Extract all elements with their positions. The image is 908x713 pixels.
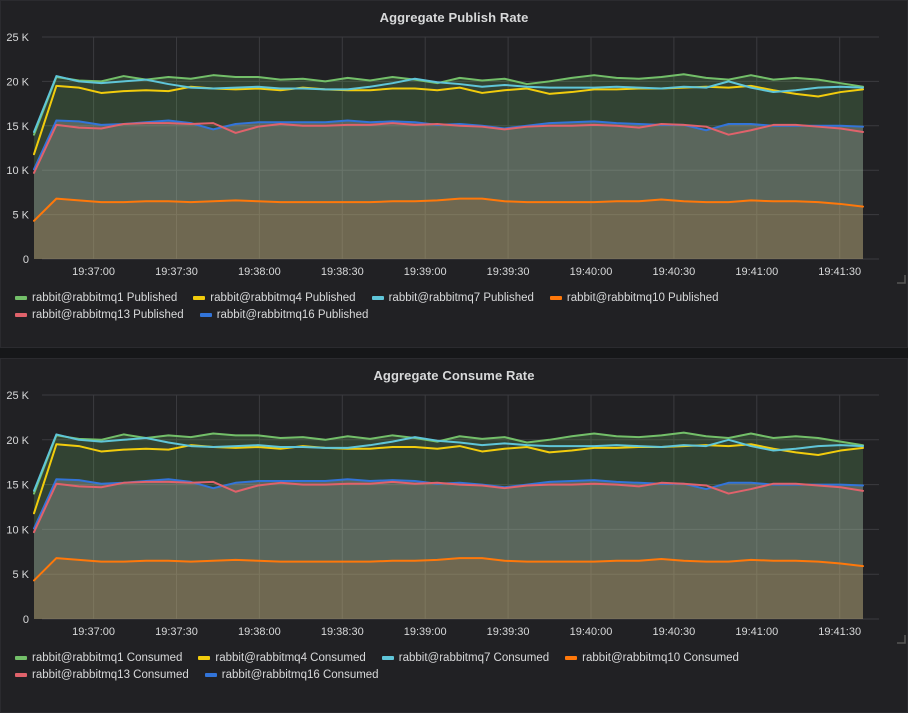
- legend-item-label: rabbit@rabbitmq7 Published: [389, 291, 534, 305]
- y-axis-tick-label: 25 K: [6, 390, 29, 402]
- consume-rate-chart[interactable]: 0 5 K 10 K 15 K 20 K 25 K 19:37:00 19:37:30 19:3…: [1, 385, 908, 647]
- panel-title[interactable]: Aggregate Consume Rate: [1, 359, 907, 385]
- legend-items: rabbit@rabbitmq1 Consumed rabbit@rabbitmq…: [15, 651, 907, 685]
- y-axis-tick-label: 0: [23, 614, 29, 626]
- legend-item[interactable]: rabbit@rabbitmq7 Consumed: [382, 651, 549, 665]
- y-axis-tick-label: 10 K: [6, 165, 29, 177]
- x-axis-tick-label: 19:38:00: [238, 266, 281, 278]
- legend-item-label: rabbit@rabbitmq1 Published: [32, 291, 177, 305]
- legend-item-label: rabbit@rabbitmq1 Consumed: [32, 651, 182, 665]
- x-axis-tick-label: 19:39:30: [487, 626, 530, 638]
- grafana-dashboard: Aggregate Publish Rate 0 5 K 10 K 15 K 20 K 2…: [0, 0, 908, 713]
- x-axis-tick-label: 19:40:30: [652, 266, 695, 278]
- legend-color-swatch[interactable]: [15, 296, 27, 300]
- panel-resize-handle-icon[interactable]: [896, 634, 906, 644]
- legend-item[interactable]: rabbit@rabbitmq4 Consumed: [198, 651, 365, 665]
- y-axis-tick-label: 0: [23, 254, 29, 266]
- x-axis-tick-label: 19:41:30: [818, 626, 861, 638]
- legend-item-label: rabbit@rabbitmq16 Published: [217, 308, 369, 322]
- y-axis-tick-label: 15 K: [6, 480, 29, 492]
- legend-item[interactable]: rabbit@rabbitmq4 Published: [193, 291, 355, 305]
- legend-item[interactable]: rabbit@rabbitmq10 Published: [550, 291, 719, 305]
- y-axis-tick-label: 20 K: [6, 76, 29, 88]
- x-axis-tick-label: 19:39:00: [404, 266, 447, 278]
- y-axis-tick-label: 5 K: [12, 210, 29, 222]
- legend-item-label: rabbit@rabbitmq13 Consumed: [32, 668, 189, 682]
- y-axis-tick-label: 10 K: [6, 524, 29, 536]
- chart-legend: rabbit@rabbitmq1 Published rabbit@rabbitm…: [1, 287, 907, 325]
- legend-item[interactable]: rabbit@rabbitmq10 Consumed: [565, 651, 739, 665]
- legend-item-label: rabbit@rabbitmq4 Consumed: [215, 651, 365, 665]
- y-axis-tick-label: 15 K: [6, 121, 29, 133]
- x-axis-tick-label: 19:40:30: [652, 626, 695, 638]
- legend-color-swatch[interactable]: [565, 656, 577, 660]
- panel-aggregate-publish-rate[interactable]: Aggregate Publish Rate 0 5 K 10 K 15 K 20 K 2…: [0, 0, 908, 348]
- x-axis-tick-label: 19:37:30: [155, 626, 198, 638]
- legend-color-swatch[interactable]: [550, 296, 562, 300]
- legend-item[interactable]: rabbit@rabbitmq16 Published: [200, 308, 369, 322]
- x-axis-tick-label: 19:37:30: [155, 266, 198, 278]
- x-axis-tick-label: 19:37:00: [72, 626, 115, 638]
- legend-item-label: rabbit@rabbitmq16 Consumed: [222, 668, 379, 682]
- y-axis-tick-label: 25 K: [6, 32, 29, 44]
- legend-color-swatch[interactable]: [200, 313, 212, 317]
- panel-resize-handle-icon[interactable]: [896, 274, 906, 284]
- x-axis-tick-label: 19:40:00: [570, 626, 613, 638]
- panel-divider: [0, 348, 908, 358]
- x-axis-tick-label: 19:38:30: [321, 626, 364, 638]
- legend-item[interactable]: rabbit@rabbitmq7 Published: [372, 291, 534, 305]
- legend-item[interactable]: rabbit@rabbitmq13 Consumed: [15, 668, 189, 682]
- legend-color-swatch[interactable]: [193, 296, 205, 300]
- chart-plot-area[interactable]: 0 5 K 10 K 15 K 20 K 25 K 19:37:00 19:37:30 19:3…: [1, 385, 908, 647]
- x-axis-tick-label: 19:39:30: [487, 266, 530, 278]
- chart-plot-area[interactable]: 0 5 K 10 K 15 K 20 K 25 K 19:37:00 19:37:30 19:3…: [1, 27, 908, 287]
- x-axis-tick-label: 19:41:30: [818, 266, 861, 278]
- x-axis-tick-label: 19:40:00: [570, 266, 613, 278]
- y-axis-tick-label: 5 K: [12, 569, 29, 581]
- legend-item-label: rabbit@rabbitmq7 Consumed: [399, 651, 549, 665]
- legend-color-swatch[interactable]: [15, 656, 27, 660]
- legend-color-swatch[interactable]: [15, 313, 27, 317]
- legend-color-swatch[interactable]: [15, 673, 27, 677]
- x-axis-tick-label: 19:41:00: [735, 266, 778, 278]
- legend-color-swatch[interactable]: [198, 656, 210, 660]
- legend-item-label: rabbit@rabbitmq10 Published: [567, 291, 719, 305]
- publish-rate-chart[interactable]: 0 5 K 10 K 15 K 20 K 25 K 19:37:00 19:37:30 19:3…: [1, 27, 908, 287]
- legend-item-label: rabbit@rabbitmq4 Published: [210, 291, 355, 305]
- legend-item[interactable]: rabbit@rabbitmq1 Consumed: [15, 651, 182, 665]
- legend-color-swatch[interactable]: [205, 673, 217, 677]
- x-axis-tick-label: 19:37:00: [72, 266, 115, 278]
- chart-legend: rabbit@rabbitmq1 Consumed rabbit@rabbitmq…: [1, 647, 907, 685]
- panel-aggregate-consume-rate[interactable]: Aggregate Consume Rate 0 5 K 10 K 15 K 20 K 2…: [0, 358, 908, 713]
- legend-item-label: rabbit@rabbitmq13 Published: [32, 308, 184, 322]
- legend-item[interactable]: rabbit@rabbitmq13 Published: [15, 308, 184, 322]
- legend-color-swatch[interactable]: [372, 296, 384, 300]
- x-axis-tick-label: 19:38:30: [321, 266, 364, 278]
- y-axis-tick-label: 20 K: [6, 435, 29, 447]
- panel-title[interactable]: Aggregate Publish Rate: [1, 1, 907, 27]
- x-axis-tick-label: 19:41:00: [735, 626, 778, 638]
- legend-item[interactable]: rabbit@rabbitmq1 Published: [15, 291, 177, 305]
- legend-item-label: rabbit@rabbitmq10 Consumed: [582, 651, 739, 665]
- legend-color-swatch[interactable]: [382, 656, 394, 660]
- legend-item[interactable]: rabbit@rabbitmq16 Consumed: [205, 668, 379, 682]
- x-axis-tick-label: 19:38:00: [238, 626, 281, 638]
- legend-items: rabbit@rabbitmq1 Published rabbit@rabbitm…: [15, 291, 907, 325]
- x-axis-tick-label: 19:39:00: [404, 626, 447, 638]
